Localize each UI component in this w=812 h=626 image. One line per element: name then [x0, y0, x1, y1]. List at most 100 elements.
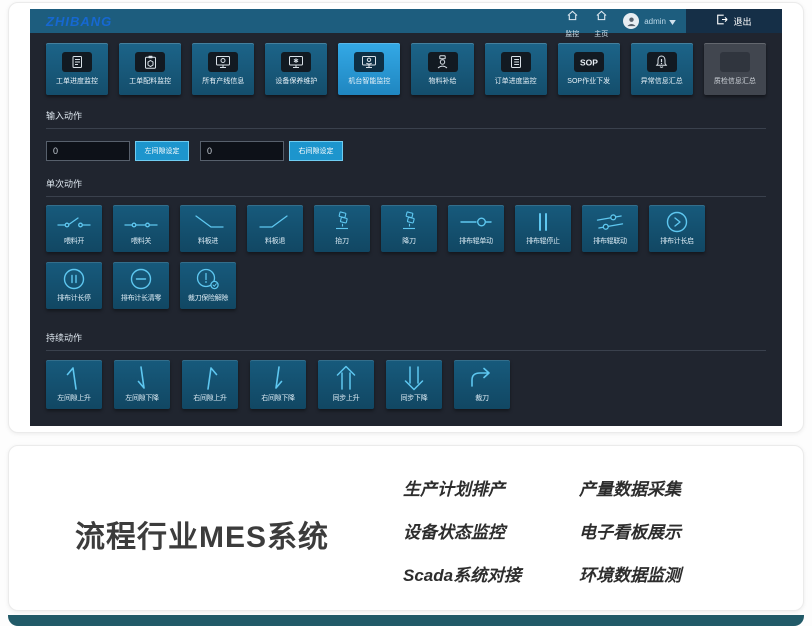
avatar: [623, 13, 639, 29]
monitor-camera-icon: [354, 52, 384, 72]
single-tile-plate-back[interactable]: 料板退: [247, 205, 303, 252]
minus-circle-icon: [129, 268, 153, 290]
feature-item: 生产计划排产: [403, 475, 579, 500]
feature-item: 设备状态监控: [403, 518, 579, 543]
tile-label: 订单进度监控: [495, 76, 537, 86]
single-tile-knife-down[interactable]: 降刀: [381, 205, 437, 252]
user-menu[interactable]: admin: [623, 12, 676, 30]
single-tile-knife-up[interactable]: 抬刀: [314, 205, 370, 252]
input-actions-row: 左间隙设定 右间隙设定: [46, 141, 766, 161]
clipboard-box-icon: [135, 52, 165, 72]
section-title-input-actions: 输入动作: [46, 109, 766, 129]
tile-label: 设备保养维护: [275, 76, 317, 86]
tile-label: 排布辊单动: [459, 236, 493, 246]
clipboard-list-icon: [501, 52, 531, 72]
single-tile-plate-forward[interactable]: 料板进: [180, 205, 236, 252]
pause-icon: [533, 211, 553, 233]
section-title-single-actions: 单次动作: [46, 177, 766, 197]
alert-circle-icon: [195, 268, 221, 290]
top-tile-equipment-maintenance[interactable]: 设备保养维护: [265, 43, 327, 95]
tile-label: 喂料关: [131, 236, 151, 246]
top-tile-machine-monitor-active[interactable]: 机台智能监控: [338, 43, 400, 95]
promo-card: 流程行业MES系统 生产计划排产 产量数据采集 设备状态监控 电子看板展示 Sc…: [8, 445, 804, 611]
tile-label: 异常信息汇总: [641, 76, 683, 86]
tile-label: 裁刀保险解除: [188, 293, 228, 303]
top-tile-exception-summary[interactable]: 异常信息汇总: [631, 43, 693, 95]
single-tile-roller-stop[interactable]: 排布辊停止: [515, 205, 571, 252]
left-gap-set-button[interactable]: 左间隙设定: [135, 141, 189, 161]
top-tile-work-order-progress[interactable]: 工单进度监控: [46, 43, 108, 95]
feature-item: 环境数据监测: [579, 561, 681, 586]
right-gap-group: 右间隙设定: [200, 141, 343, 161]
switch-closed-icon: [124, 211, 158, 233]
svg-text:SOP: SOP: [580, 58, 598, 68]
tile-label: 排布辊停止: [526, 236, 560, 246]
document-icon: [62, 52, 92, 72]
tile-label: 料板进: [198, 236, 218, 246]
cont-tile-sync-up[interactable]: 同步上升: [318, 360, 374, 409]
tile-label: 排布计长停: [57, 293, 91, 303]
promo-title: 流程行业MES系统: [75, 512, 329, 556]
tile-label: 排布计长启: [660, 236, 694, 246]
top-tile-work-order-batching[interactable]: 工单配料监控: [119, 43, 181, 95]
single-tile-roller-single[interactable]: 排布辊单动: [448, 205, 504, 252]
top-tile-order-progress[interactable]: 订单进度监控: [485, 43, 547, 95]
monitor-gear-icon: [281, 52, 311, 72]
tile-label: 机台智能监控: [348, 76, 390, 86]
cont-tile-left-gap-down[interactable]: 左间隙下降: [114, 360, 170, 409]
single-tile-roller-linkage[interactable]: 排布辊联动: [582, 205, 638, 252]
right-gap-set-button[interactable]: 右间隙设定: [289, 141, 343, 161]
arrow-up-right-icon: [197, 366, 223, 390]
feature-item: Scada系统对接: [403, 561, 579, 586]
tile-label: SOP作业下发: [567, 76, 610, 86]
knife-up-icon: [333, 211, 351, 233]
single-tile-length-count-reset[interactable]: 排布计长清零: [113, 262, 169, 309]
top-tile-material-supply[interactable]: 物料补给: [411, 43, 473, 95]
monitor-info-icon: [208, 52, 238, 72]
blank-icon: [720, 52, 750, 72]
cont-tile-right-gap-down[interactable]: 右间隙下降: [250, 360, 306, 409]
sop-icon: SOP: [574, 52, 604, 72]
top-tile-all-lines-info[interactable]: 所有产线信息: [192, 43, 254, 95]
feature-row: 设备状态监控 电子看板展示: [403, 509, 681, 552]
top-tile-quality-summary[interactable]: 质检信息汇总: [704, 43, 766, 95]
cont-tile-sync-down[interactable]: 同步下降: [386, 360, 442, 409]
single-tile-feed-on[interactable]: 喂料开: [46, 205, 102, 252]
single-tile-length-count-stop[interactable]: 排布计长停: [46, 262, 102, 309]
username-label: admin: [644, 17, 666, 26]
cont-tile-cutter[interactable]: 裁刀: [454, 360, 510, 409]
tile-label: 物料补给: [429, 76, 457, 86]
logout-label: 退出: [733, 15, 751, 28]
feature-row: 生产计划排产 产量数据采集: [403, 466, 681, 509]
cont-tile-right-gap-up[interactable]: 右间隙上升: [182, 360, 238, 409]
footer-bar: [8, 615, 804, 626]
mes-app-window: ZHIBANG 监控 主页 admin 退出: [30, 9, 782, 426]
roller-single-icon: [459, 211, 493, 233]
nav-home-label: 主页: [594, 29, 608, 39]
feature-item: 产量数据采集: [579, 475, 681, 500]
top-tile-sop-dispatch[interactable]: SOP SOP作业下发: [558, 43, 620, 95]
single-tile-length-count-start[interactable]: 排布计长启: [649, 205, 705, 252]
double-down-icon: [401, 366, 427, 390]
tile-label: 工单进度监控: [56, 76, 98, 86]
nav-monitor-label: 监控: [565, 29, 579, 39]
cont-tile-left-gap-up[interactable]: 左间隙上升: [46, 360, 102, 409]
screenshot-card: ZHIBANG 监控 主页 admin 退出: [8, 2, 804, 433]
arrow-down-left-icon: [129, 366, 155, 390]
single-tile-feed-off[interactable]: 喂料关: [113, 205, 169, 252]
nav-item-monitor[interactable]: 监控: [565, 9, 579, 39]
tile-label: 左间隙下降: [125, 393, 159, 403]
single-tile-cutter-safety-release[interactable]: 裁刀保险解除: [180, 262, 236, 309]
left-gap-input[interactable]: [46, 141, 130, 161]
bell-alert-icon: [647, 52, 677, 72]
logout-button[interactable]: 退出: [686, 9, 782, 33]
left-gap-group: 左间隙设定: [46, 141, 189, 161]
tile-label: 右间隙下降: [261, 393, 295, 403]
tile-label: 料板退: [265, 236, 285, 246]
arrow-down-right-icon: [265, 366, 291, 390]
right-gap-input[interactable]: [200, 141, 284, 161]
nav-item-home[interactable]: 主页: [594, 9, 608, 39]
tile-label: 排布辊联动: [593, 236, 627, 246]
feature-list: 生产计划排产 产量数据采集 设备状态监控 电子看板展示 Scada系统对接 环境…: [403, 466, 681, 595]
module-tiles-row: 工单进度监控 工单配料监控 所有产线信息 设备保养维护 机台智能监控: [46, 43, 766, 95]
